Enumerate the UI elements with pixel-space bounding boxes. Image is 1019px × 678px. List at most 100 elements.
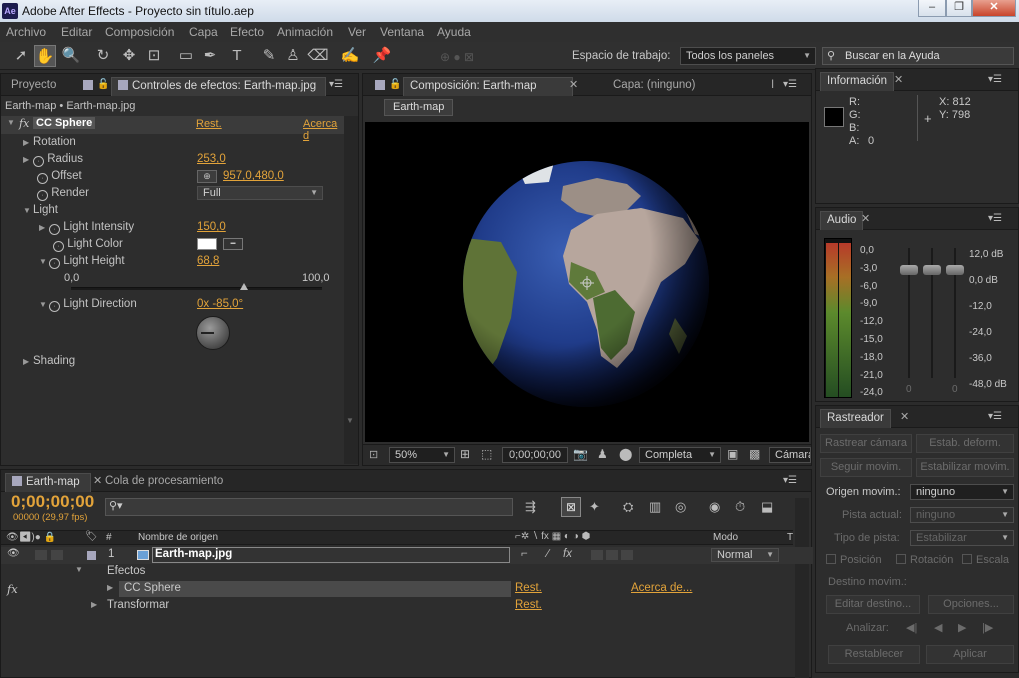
transform-row[interactable]: ▶ Transformar Rest.	[1, 598, 813, 615]
effect-fx-icon[interactable]: fx	[7, 582, 18, 596]
tracker-menu-icon[interactable]: ▾☰	[988, 411, 1002, 422]
shading-row[interactable]: ▶ Shading	[1, 353, 344, 370]
roto-brush-tool-icon[interactable]: ✍	[339, 45, 361, 67]
analyze-back-step-icon[interactable]: ◀|	[906, 621, 917, 634]
tab-info[interactable]: Información	[820, 72, 895, 91]
solo-box[interactable]	[35, 550, 47, 560]
switch-box[interactable]	[606, 550, 618, 560]
clone-stamp-tool-icon[interactable]: ♙	[282, 45, 304, 67]
track-camera-button[interactable]: Rastrear cámara	[820, 434, 912, 453]
rotation-checkbox[interactable]: Rotación	[896, 554, 953, 566]
graph-editor-icon[interactable]: ◉	[709, 499, 720, 515]
rectangle-tool-icon[interactable]: ▭	[175, 45, 197, 67]
close-tab-icon[interactable]: ✕	[569, 78, 578, 91]
close-button[interactable]: ✕	[972, 0, 1016, 17]
radius-value[interactable]: 253,0	[197, 153, 226, 165]
maximize-button[interactable]: ❐	[946, 0, 972, 17]
lock-icon[interactable]: 🔓	[97, 79, 109, 90]
mask-visibility-icon[interactable]: ⬚	[481, 447, 492, 461]
menu-efecto[interactable]: Efecto	[230, 25, 264, 39]
stopwatch-all-icon[interactable]: ⏱	[735, 499, 745, 515]
tab-layer[interactable]: Capa: (ninguno)	[607, 77, 701, 96]
eraser-tool-icon[interactable]: ⌫	[307, 45, 329, 67]
zoom-dropdown[interactable]: 50% ▼	[389, 447, 455, 463]
effects-group-row[interactable]: ▼ Efectos	[1, 564, 813, 581]
live-update-icon[interactable]: ⬓	[761, 499, 773, 515]
hand-tool-icon[interactable]: ✋	[34, 45, 56, 67]
comp-viewer[interactable]	[365, 122, 809, 442]
zoom-tool-icon[interactable]: 🔍	[60, 45, 82, 67]
layer-search-field[interactable]: ⚲▾	[105, 498, 513, 516]
comp-panel-menu-icon[interactable]: ▾☰	[783, 79, 797, 90]
label-color-swatch[interactable]	[87, 551, 96, 560]
channels-icon[interactable]: ⬤	[619, 447, 632, 461]
resolution-dropdown[interactable]: Completa ▼	[639, 447, 721, 463]
analyze-forward-icon[interactable]: ▶	[958, 621, 966, 634]
snapshot-icon[interactable]: 📷	[573, 447, 588, 461]
effect-scrollbar[interactable]: ▼	[344, 116, 358, 464]
region-icon[interactable]: ⊡	[369, 448, 378, 461]
layer-quality-icon[interactable]: ∕	[547, 548, 549, 560]
info-close-icon[interactable]: ✕	[894, 73, 903, 86]
brush-tool-icon[interactable]: ✎	[258, 45, 280, 67]
audio-slider-master[interactable]	[923, 265, 941, 275]
menu-animacion[interactable]: Animación	[277, 25, 333, 39]
minimize-button[interactable]: ‒	[918, 0, 946, 17]
brainstorm-icon[interactable]: ◎	[675, 499, 686, 515]
light-direction-value[interactable]: 0x -85,0°	[197, 298, 243, 310]
rotate-tool-icon[interactable]: ↻	[92, 45, 114, 67]
motion-blur-icon[interactable]: ▥	[649, 499, 661, 515]
effect-row[interactable]: fx ▶ CC Sphere Rest. Acerca de...	[1, 581, 813, 598]
menu-ventana[interactable]: Ventana	[380, 25, 424, 39]
switch-box[interactable]	[591, 550, 603, 560]
position-checkbox[interactable]: Posición	[826, 554, 882, 566]
crosshair-icon[interactable]: ⊕	[197, 170, 217, 183]
rotation-row[interactable]: ▶ Rotation	[1, 134, 344, 151]
stabilize-motion-button[interactable]: Estabilizar movim.	[916, 458, 1014, 477]
expand-triangle-icon[interactable]: ▶	[91, 600, 97, 609]
tab-composition[interactable]: Composición: Earth-map	[403, 77, 573, 96]
analyze-back-icon[interactable]: ◀	[934, 621, 942, 634]
analyze-forward-step-icon[interactable]: |▶	[982, 621, 993, 634]
draft-3d-icon[interactable]: ⊠	[561, 497, 581, 517]
timeline-effect-reset[interactable]: Rest.	[515, 582, 542, 594]
expand-triangle-icon[interactable]: ▼	[7, 118, 15, 127]
eye-icon[interactable]: 👁	[7, 548, 20, 559]
track-type-dropdown[interactable]: Estabilizar ▼	[910, 530, 1014, 546]
menu-editar[interactable]: Editar	[61, 25, 92, 39]
comp-navigator-button[interactable]: Earth-map	[384, 99, 454, 116]
transform-reset[interactable]: Rest.	[515, 599, 542, 611]
show-snapshot-icon[interactable]: ♟	[597, 447, 608, 461]
comp-lock-icon[interactable]: 🔓	[389, 79, 401, 90]
help-search-field[interactable]: ⚲ Buscar en la Ayuda	[822, 47, 1014, 65]
layer-row[interactable]: 👁 1 Earth-map.jpg ⌐ ∕ fx Normal ▼	[1, 547, 813, 564]
lock-box[interactable]	[51, 550, 63, 560]
effect-name[interactable]: CC Sphere	[33, 117, 96, 129]
shy-layers-icon[interactable]: ✦	[589, 499, 600, 515]
camera-dropdown[interactable]: Cámara	[769, 447, 811, 463]
info-menu-icon[interactable]: ▾☰	[988, 74, 1002, 85]
effect-row-name[interactable]: CC Sphere	[119, 581, 511, 597]
pan-behind-tool-icon[interactable]: ⊡	[143, 45, 165, 67]
apply-button[interactable]: Aplicar	[926, 645, 1014, 664]
menu-ayuda[interactable]: Ayuda	[437, 25, 471, 39]
timeline-effect-about[interactable]: Acerca de...	[631, 582, 692, 594]
type-tool-icon[interactable]: T	[226, 45, 248, 67]
layer-collapse-icon[interactable]: ⌐	[521, 548, 528, 560]
roi-icon[interactable]: ▣	[727, 447, 738, 461]
light-intensity-value[interactable]: 150,0	[197, 221, 226, 233]
puppet-pin-tool-icon[interactable]: 📌	[371, 45, 393, 67]
audio-slider-right[interactable]	[946, 265, 964, 275]
light-height-value[interactable]: 68,8	[197, 255, 219, 267]
light-direction-dial[interactable]	[196, 316, 230, 350]
menu-ver[interactable]: Ver	[348, 25, 366, 39]
panel-menu-icon[interactable]: ▾☰	[329, 79, 343, 90]
layer-name[interactable]: Earth-map.jpg	[152, 547, 510, 563]
audio-close-icon[interactable]: ✕	[861, 212, 870, 225]
light-height-slider[interactable]	[71, 283, 322, 290]
light-group-row[interactable]: ▼ Light	[1, 202, 344, 219]
blend-mode-dropdown[interactable]: Normal ▼	[711, 548, 779, 562]
tracker-close-icon[interactable]: ✕	[900, 410, 909, 423]
render-dropdown[interactable]: Full ▼	[197, 186, 323, 200]
expand-triangle-icon[interactable]: ▼	[75, 565, 83, 574]
